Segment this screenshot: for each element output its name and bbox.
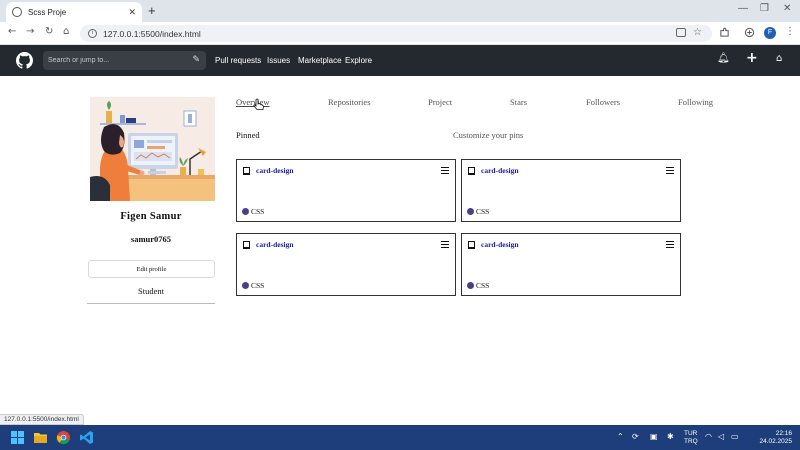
input-language[interactable]: TUR TRQ (684, 430, 698, 446)
pinned-label: Pinned (236, 130, 260, 140)
language-dot (242, 208, 249, 215)
menu-icon[interactable] (666, 241, 674, 248)
wifi-icon[interactable]: ◠ (705, 432, 712, 441)
close-tab-icon[interactable]: ✕ (128, 7, 136, 18)
forward-icon[interactable]: → (26, 26, 34, 37)
hand-cursor-icon (253, 98, 264, 110)
search-input[interactable] (48, 57, 188, 64)
address-bar[interactable]: i 127.0.0.1:5500/index.html ☆ (80, 25, 712, 42)
clock[interactable]: 22:16 24.02.2025 (742, 430, 792, 446)
repo-link[interactable]: card-design (256, 166, 294, 175)
menu-icon[interactable] (441, 241, 449, 248)
close-window-icon[interactable]: ✕ (783, 3, 791, 14)
browser-tab[interactable]: Scss Proje ✕ (6, 2, 142, 22)
pencil-icon: ✎ (192, 55, 200, 65)
tab-repositories[interactable]: Repositories (328, 97, 371, 107)
battery-icon[interactable]: ▭ (731, 432, 739, 441)
browser-menu-icon[interactable]: ⋮ (785, 26, 795, 37)
plus-icon[interactable]: + (746, 50, 758, 66)
profile-avatar-icon[interactable]: F (764, 27, 776, 39)
taskbar: ⌃ ⟳ ▣ ✱ TUR TRQ ◠ ◁ ▭ 22:16 24.02.2025 (0, 425, 800, 450)
repo-link[interactable]: card-design (481, 240, 519, 249)
profile-bio: Student (138, 286, 164, 296)
nav-explore[interactable]: Explore (345, 56, 372, 65)
volume-icon[interactable]: ◁ (718, 432, 724, 441)
repo-language: CSS (251, 281, 265, 290)
avatar (90, 97, 215, 201)
back-icon[interactable]: ← (8, 26, 16, 37)
repo-language: CSS (476, 207, 490, 216)
globe-icon (12, 7, 22, 17)
language-dot (467, 282, 474, 289)
extensions-icon[interactable] (719, 27, 730, 38)
clock-date: 24.02.2025 (759, 438, 792, 445)
chrome-icon[interactable] (56, 430, 71, 445)
home-icon[interactable]: ⌂ (776, 53, 782, 64)
nav-pull-requests[interactable]: Pull requests (215, 56, 261, 65)
repo-link[interactable]: card-design (481, 166, 519, 175)
app-tray-icon[interactable]: ▣ (650, 432, 658, 441)
url-text: 127.0.0.1:5500/index.html (103, 28, 201, 39)
new-tab-button[interactable]: + (148, 3, 156, 18)
pinned-card: card-design CSS (461, 159, 681, 222)
github-logo-icon[interactable] (16, 52, 33, 69)
tab-followers[interactable]: Followers (586, 97, 620, 107)
browser-toolbar: ← → ↻ ⌂ i 127.0.0.1:5500/index.html ☆ F … (0, 22, 800, 45)
bluetooth-icon[interactable]: ✱ (667, 432, 674, 441)
profile-name: Figen Samur (120, 211, 182, 222)
book-icon (243, 167, 250, 175)
github-header: ✎ Pull requests Issues Marketplace Explo… (0, 45, 800, 76)
menu-icon[interactable] (441, 167, 449, 174)
tab-following[interactable]: Following (678, 97, 713, 107)
home-icon[interactable]: ⌂ (63, 26, 69, 37)
bookmark-star-icon[interactable]: ☆ (693, 27, 702, 38)
pinned-card: card-design CSS (461, 233, 681, 296)
language-code: TUR (684, 430, 698, 437)
menu-icon[interactable] (666, 167, 674, 174)
book-icon (468, 167, 475, 175)
github-search[interactable]: ✎ (43, 51, 206, 70)
tab-project[interactable]: Project (428, 97, 452, 107)
language-dot (242, 282, 249, 289)
book-icon (243, 241, 250, 249)
site-info-icon[interactable]: i (88, 29, 97, 38)
reload-icon[interactable]: ↻ (45, 26, 53, 37)
nav-marketplace[interactable]: Marketplace (298, 56, 342, 65)
divider (87, 303, 215, 304)
sync-icon[interactable]: ⟳ (632, 432, 639, 441)
pinned-card: card-design CSS (236, 159, 456, 222)
tab-title: Scss Proje (28, 7, 67, 17)
clock-time: 22:16 (775, 430, 792, 437)
restore-icon[interactable]: ❐ (760, 3, 769, 14)
browser-tabstrip: Scss Proje ✕ + — ❐ ✕ (0, 0, 800, 22)
notification-bell-icon[interactable]: 🔔︎ (717, 53, 730, 64)
minimize-icon[interactable]: — (738, 3, 748, 14)
repo-language: CSS (251, 207, 265, 216)
windows-start-icon[interactable] (10, 430, 25, 445)
nav-issues[interactable]: Issues (267, 56, 290, 65)
repo-link[interactable]: card-design (256, 240, 294, 249)
translate-icon[interactable] (676, 28, 686, 37)
chevron-up-icon[interactable]: ⌃ (617, 432, 624, 441)
status-url: 127.0.0.1:5500/index.html (0, 414, 84, 425)
tab-stars[interactable]: Stars (510, 97, 527, 107)
tab-search-icon[interactable] (744, 27, 755, 38)
repo-language: CSS (476, 281, 490, 290)
avatar-illustration (90, 97, 215, 201)
keyboard-layout: TRQ (684, 438, 698, 445)
pinned-card: card-design CSS (236, 233, 456, 296)
book-icon (468, 241, 475, 249)
file-explorer-icon[interactable] (33, 430, 48, 445)
edit-profile-button[interactable]: Edit profile (88, 260, 215, 278)
language-dot (467, 208, 474, 215)
customize-pins-link[interactable]: Customize your pins (453, 130, 523, 140)
vscode-icon[interactable] (79, 430, 94, 445)
profile-username: samur0765 (130, 234, 172, 244)
